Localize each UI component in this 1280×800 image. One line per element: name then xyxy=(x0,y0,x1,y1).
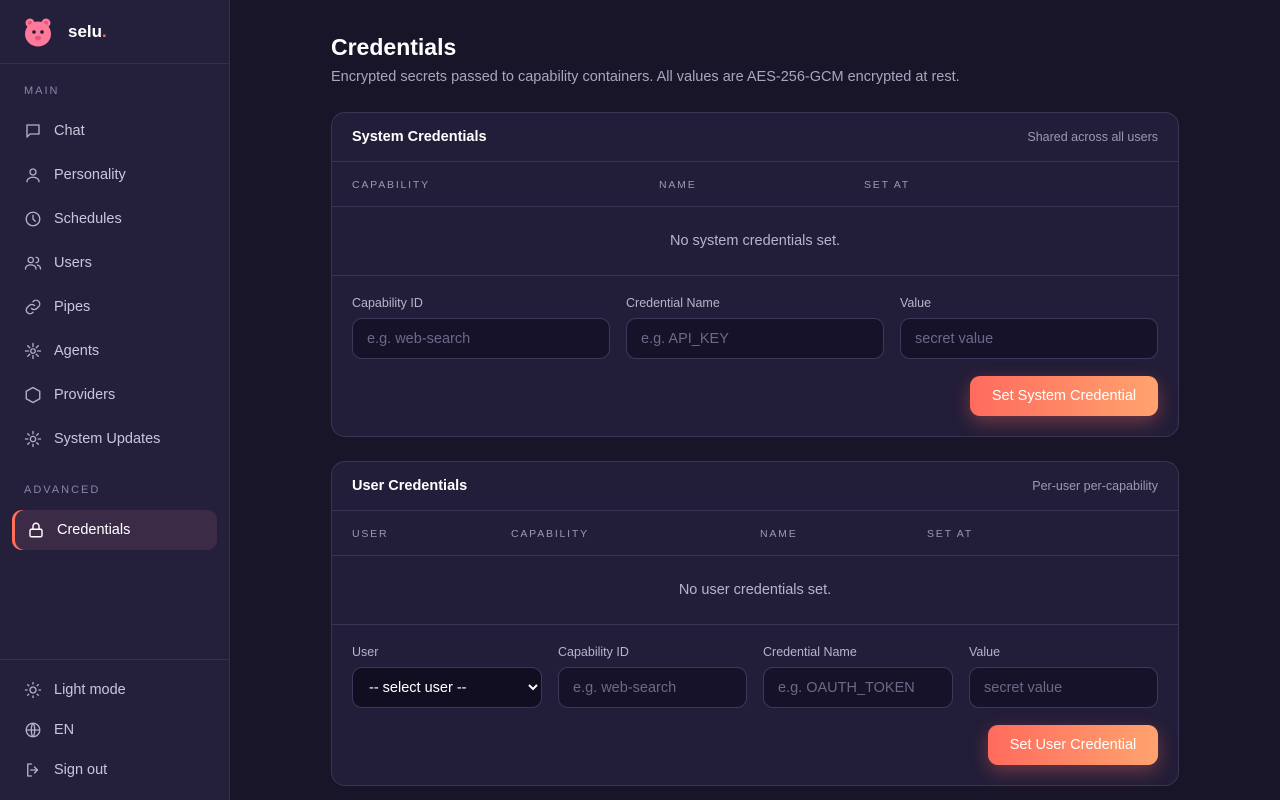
column-header-set-at: SET AT xyxy=(864,179,911,191)
sidebar-item-label: Users xyxy=(54,255,92,271)
language-switch[interactable]: EN xyxy=(12,710,217,750)
signout-icon xyxy=(24,761,42,779)
credential-name-input[interactable] xyxy=(763,667,953,708)
clock-icon xyxy=(24,210,42,228)
sidebar-item-personality[interactable]: Personality xyxy=(12,155,217,195)
person-icon xyxy=(24,166,42,184)
users-icon xyxy=(24,254,42,272)
sidebar-item-pipes[interactable]: Pipes xyxy=(12,287,217,327)
chat-icon xyxy=(24,122,42,140)
theme-toggle[interactable]: Light mode xyxy=(12,670,217,710)
sidebar-item-label: Agents xyxy=(54,343,100,359)
capability-id-label: Capability ID xyxy=(352,296,423,310)
sidebar-item-label: System Updates xyxy=(54,431,161,447)
credential-name-label: Credential Name xyxy=(626,296,720,310)
card-header: User Credentials Per-user per-capability xyxy=(332,462,1178,511)
credential-name-input[interactable] xyxy=(626,318,884,359)
capability-id-input[interactable] xyxy=(558,667,747,708)
lock-icon xyxy=(27,521,45,539)
user-credentials-card: User Credentials Per-user per-capability… xyxy=(331,461,1179,786)
section-label-main: MAIN xyxy=(24,85,60,97)
card-title: System Credentials xyxy=(352,129,487,145)
hexagon-icon xyxy=(24,386,42,404)
sidebar-footer: Light mode EN Sign out xyxy=(0,659,229,800)
capability-id-label: Capability ID xyxy=(558,645,629,659)
sidebar-item-label: Credentials xyxy=(57,522,131,538)
sidebar-item-credentials[interactable]: Credentials xyxy=(12,510,217,550)
sidebar-item-label: Pipes xyxy=(54,299,91,315)
value-label: Value xyxy=(969,645,1001,659)
brand[interactable]: selu. xyxy=(0,0,229,64)
sidebar-item-label: Schedules xyxy=(54,211,122,227)
card-header: System Credentials Shared across all use… xyxy=(332,113,1178,162)
table-header: CAPABILITY NAME SET AT xyxy=(332,162,1178,207)
page-title: Credentials xyxy=(331,34,457,60)
set-system-credential-button[interactable]: Set System Credential xyxy=(970,376,1158,416)
sun-icon xyxy=(24,681,42,699)
user-select[interactable]: -- select user -- xyxy=(352,667,542,708)
capability-id-input[interactable] xyxy=(352,318,610,359)
set-user-credential-button[interactable]: Set User Credential xyxy=(988,725,1158,765)
column-header-capability: CAPABILITY xyxy=(511,528,589,540)
agents-icon xyxy=(24,342,42,360)
value-input[interactable] xyxy=(969,667,1158,708)
card-note: Per-user per-capability xyxy=(1032,479,1158,493)
globe-icon xyxy=(24,721,42,739)
theme-toggle-label: Light mode xyxy=(54,682,126,698)
column-header-capability: CAPABILITY xyxy=(352,179,430,191)
language-label: EN xyxy=(54,722,75,738)
sidebar-item-schedules[interactable]: Schedules xyxy=(12,199,217,239)
user-credential-form: User -- select user -- Capability ID Cre… xyxy=(332,625,1178,785)
value-label: Value xyxy=(900,296,932,310)
logo-icon xyxy=(24,17,52,47)
card-note: Shared across all users xyxy=(1027,130,1158,144)
sidebar-item-users[interactable]: Users xyxy=(12,243,217,283)
empty-state: No user credentials set. xyxy=(332,556,1178,625)
sidebar-item-providers[interactable]: Providers xyxy=(12,375,217,415)
card-title: User Credentials xyxy=(352,478,468,494)
sidebar: selu. MAIN Chat Personality Schedules Us… xyxy=(0,0,230,800)
column-header-user: USER xyxy=(352,528,389,540)
column-header-name: NAME xyxy=(659,179,697,191)
user-label: User xyxy=(352,645,379,659)
sidebar-item-label: Personality xyxy=(54,167,126,183)
table-header: USER CAPABILITY NAME SET AT xyxy=(332,511,1178,556)
signout-button[interactable]: Sign out xyxy=(12,750,217,790)
section-label-advanced: ADVANCED xyxy=(24,484,101,496)
sidebar-item-chat[interactable]: Chat xyxy=(12,111,217,151)
sidebar-item-label: Chat xyxy=(54,123,85,139)
value-input[interactable] xyxy=(900,318,1158,359)
column-header-set-at: SET AT xyxy=(927,528,974,540)
page-subtitle: Encrypted secrets passed to capability c… xyxy=(331,69,960,85)
empty-state: No system credentials set. xyxy=(332,207,1178,276)
column-header-name: NAME xyxy=(760,528,798,540)
signout-label: Sign out xyxy=(54,762,108,778)
brand-name: selu. xyxy=(68,21,107,41)
credential-name-label: Credential Name xyxy=(763,645,857,659)
system-credentials-card: System Credentials Shared across all use… xyxy=(331,112,1179,437)
gear-icon xyxy=(24,430,42,448)
sidebar-item-system-updates[interactable]: System Updates xyxy=(12,419,217,459)
link-icon xyxy=(24,298,42,316)
sidebar-item-label: Providers xyxy=(54,387,116,403)
sidebar-item-agents[interactable]: Agents xyxy=(12,331,217,371)
system-credential-form: Capability ID Credential Name Value Set … xyxy=(332,276,1178,436)
